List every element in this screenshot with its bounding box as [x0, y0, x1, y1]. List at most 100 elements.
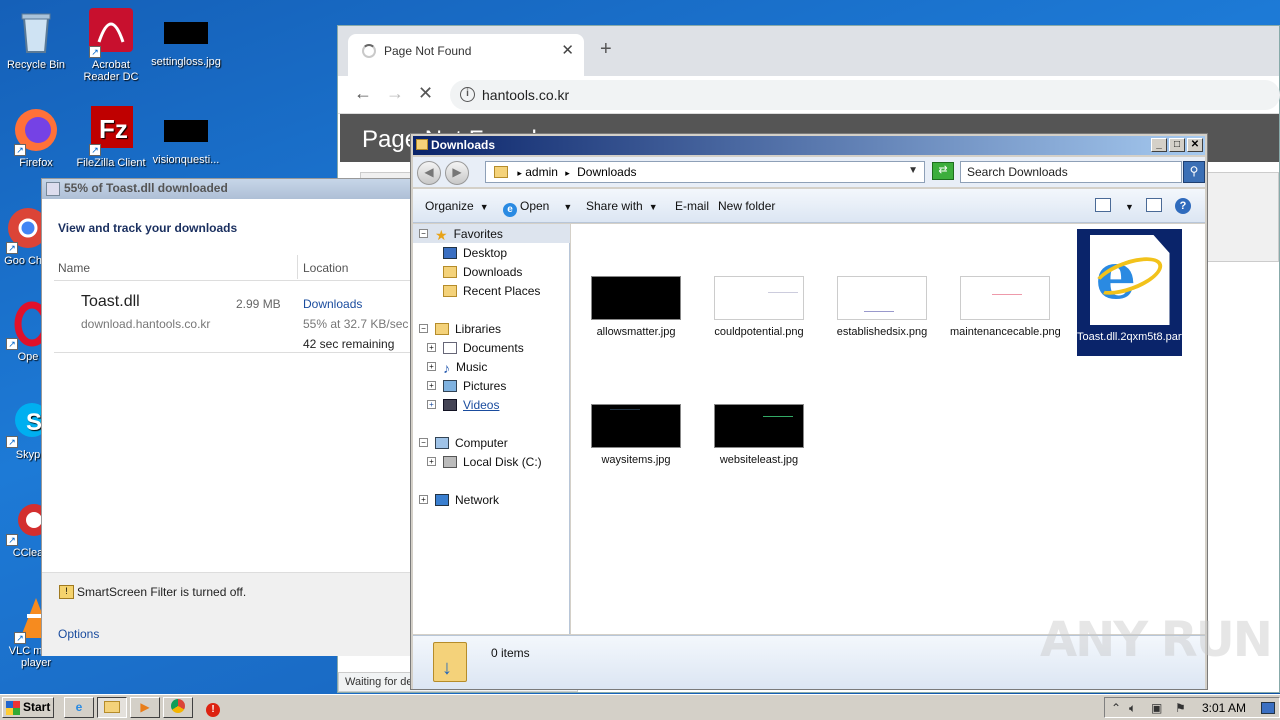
taskbar-stop-button[interactable]: ! — [198, 697, 228, 718]
file-item[interactable]: maintenancecable.png — [950, 276, 1061, 338]
search-input[interactable]: Search Downloads — [960, 161, 1182, 183]
nav-desktop[interactable]: Desktop — [443, 246, 507, 260]
download-row[interactable]: Toast.dll 2.99 MB download.hantools.co.k… — [54, 281, 414, 353]
volume-icon[interactable]: 🔈︎ — [1129, 701, 1136, 716]
column-name[interactable]: Name — [58, 261, 90, 275]
download-manager-window: 55% of Toast.dll downloaded View and tra… — [41, 178, 414, 656]
search-icon[interactable]: ⚲ — [1183, 161, 1205, 183]
taskbar-media-button[interactable]: ▶ — [130, 697, 160, 718]
nav-local-disk[interactable]: + Local Disk (C:) — [427, 455, 542, 469]
breadcrumb-item[interactable]: Downloads — [577, 165, 636, 179]
nav-videos[interactable]: + Videos — [427, 398, 499, 412]
breadcrumb-item[interactable]: admin — [525, 165, 558, 179]
minimize-button[interactable]: _ — [1151, 138, 1167, 152]
close-tab-icon[interactable]: ✕ — [561, 41, 574, 59]
close-button[interactable]: ✕ — [1187, 138, 1203, 152]
forward-arrow-icon[interactable]: → — [386, 83, 404, 104]
browser-tab[interactable]: Page Not Found ✕ — [348, 34, 584, 76]
nav-recent-places[interactable]: Recent Places — [443, 284, 540, 298]
start-button[interactable]: Start — [2, 697, 54, 718]
expand-icon[interactable]: + — [427, 343, 436, 352]
nav-favorites[interactable]: − ★ Favorites — [419, 227, 503, 243]
new-folder-button[interactable]: New folder — [718, 199, 775, 213]
options-link[interactable]: Options — [58, 627, 99, 641]
expand-icon[interactable]: + — [419, 495, 428, 504]
chrome-icon — [171, 699, 185, 713]
open-button[interactable]: e Open ▼ — [503, 199, 572, 217]
file-list: allowsmatter.jpg couldpotential.png esta… — [571, 224, 1205, 634]
chevron-down-icon[interactable]: ▼ — [908, 165, 918, 176]
explorer-titlebar[interactable]: Downloads _ □ ✕ — [413, 136, 1205, 155]
file-item[interactable]: establishedsix.png — [827, 276, 937, 338]
view-options-chevron-icon[interactable]: ▼ — [1119, 199, 1134, 213]
nav-music[interactable]: + ♪ Music — [427, 360, 487, 376]
acrobat-icon: ↗ — [87, 8, 135, 58]
show-desktop-icon[interactable] — [1261, 702, 1275, 714]
help-icon[interactable]: ? — [1175, 198, 1191, 214]
column-divider[interactable] — [297, 255, 298, 279]
desktop-icon-acrobat[interactable]: ↗ Acrobat Reader DC — [73, 8, 149, 83]
svg-text:Fz: Fz — [99, 114, 128, 144]
change-view-icon[interactable] — [1095, 198, 1111, 212]
nav-computer[interactable]: − Computer — [419, 436, 508, 450]
collapse-icon[interactable]: − — [419, 438, 428, 447]
organize-button[interactable]: Organize ▼ — [425, 199, 489, 213]
taskbar-ie-button[interactable]: e — [64, 697, 94, 718]
file-item[interactable]: allowsmatter.jpg — [581, 276, 691, 338]
email-button[interactable]: E-mail — [675, 199, 709, 213]
stop-icon: ! — [206, 703, 220, 717]
nav-libraries[interactable]: − Libraries — [419, 322, 501, 336]
image-thumbnail-icon — [164, 120, 208, 142]
back-button[interactable]: ◀ — [417, 161, 441, 185]
expand-icon[interactable]: + — [427, 381, 436, 390]
desktop-icon-recycle-bin[interactable]: Recycle Bin — [0, 8, 74, 71]
nav-network[interactable]: + Network — [419, 493, 499, 507]
nav-pictures[interactable]: + Pictures — [427, 379, 506, 393]
system-tray: ⌃ 🔈︎ ▣ ⚑ 3:01 AM — [1104, 697, 1280, 718]
watermark: ANY RUN — [1040, 612, 1273, 668]
taskbar-explorer-button[interactable] — [97, 697, 127, 718]
collapse-icon[interactable]: − — [419, 324, 428, 333]
download-manager-header: View and track your downloads — [58, 221, 238, 235]
clock[interactable]: 3:01 AM — [1202, 701, 1246, 715]
download-time-remaining: 42 sec remaining — [303, 337, 395, 351]
collapse-icon[interactable]: − — [419, 229, 428, 238]
address-bar[interactable]: i hantools.co.kr — [450, 80, 1280, 110]
action-center-flag-icon[interactable]: ⚑ — [1175, 701, 1186, 715]
file-name: waysitems.jpg — [601, 454, 671, 466]
nav-documents[interactable]: + Documents — [427, 341, 524, 355]
network-tray-icon[interactable]: ▣ — [1151, 701, 1162, 715]
expand-icon[interactable]: + — [427, 400, 436, 409]
share-with-button[interactable]: Share with ▼ — [586, 199, 658, 213]
expand-icon[interactable]: + — [427, 457, 436, 466]
refresh-icon[interactable]: ⇄ — [932, 162, 954, 180]
taskbar: Start e ▶ ! ⌃ 🔈︎ ▣ ⚑ 3:01 AM — [0, 694, 1280, 720]
show-hidden-icons-icon[interactable]: ⌃ — [1111, 701, 1121, 715]
desktop-icon-visionquesti[interactable]: visionquesti... — [148, 106, 224, 166]
image-thumbnail-icon — [960, 276, 1050, 320]
libraries-icon — [435, 323, 449, 335]
back-arrow-icon[interactable]: ← — [354, 83, 372, 104]
maximize-button[interactable]: □ — [1169, 138, 1185, 152]
breadcrumb[interactable]: ▸ admin ▸ Downloads ▼ — [485, 161, 925, 183]
stop-loading-icon[interactable]: ✕ — [418, 83, 433, 104]
column-location[interactable]: Location — [303, 261, 348, 275]
forward-button[interactable]: ▶ — [445, 161, 469, 185]
preview-pane-icon[interactable] — [1146, 198, 1162, 212]
download-location-link[interactable]: Downloads — [303, 297, 362, 311]
desktop-icon-filezilla[interactable]: Fz ↗ FileZilla Client — [73, 106, 149, 169]
download-manager-titlebar[interactable]: 55% of Toast.dll downloaded — [42, 179, 412, 199]
file-item-selected[interactable]: e Toast.dll.2qxm5t8.partial — [1077, 229, 1196, 356]
new-tab-icon[interactable]: + — [600, 38, 612, 61]
file-item[interactable]: websiteleast.jpg — [704, 404, 814, 466]
site-info-icon[interactable]: i — [460, 87, 475, 102]
download-host: download.hantools.co.kr — [81, 317, 211, 331]
taskbar-chrome-button[interactable] — [163, 697, 193, 718]
file-item[interactable]: waysitems.jpg — [581, 404, 691, 466]
file-item[interactable]: couldpotential.png — [704, 276, 814, 338]
expand-icon[interactable]: + — [427, 362, 436, 371]
file-name: maintenancecable.png — [950, 326, 1061, 338]
desktop-icon-firefox[interactable]: ↗ Firefox — [0, 106, 74, 169]
desktop-icon-settingloss[interactable]: settingloss.jpg — [148, 8, 224, 68]
nav-downloads[interactable]: Downloads — [443, 265, 522, 279]
